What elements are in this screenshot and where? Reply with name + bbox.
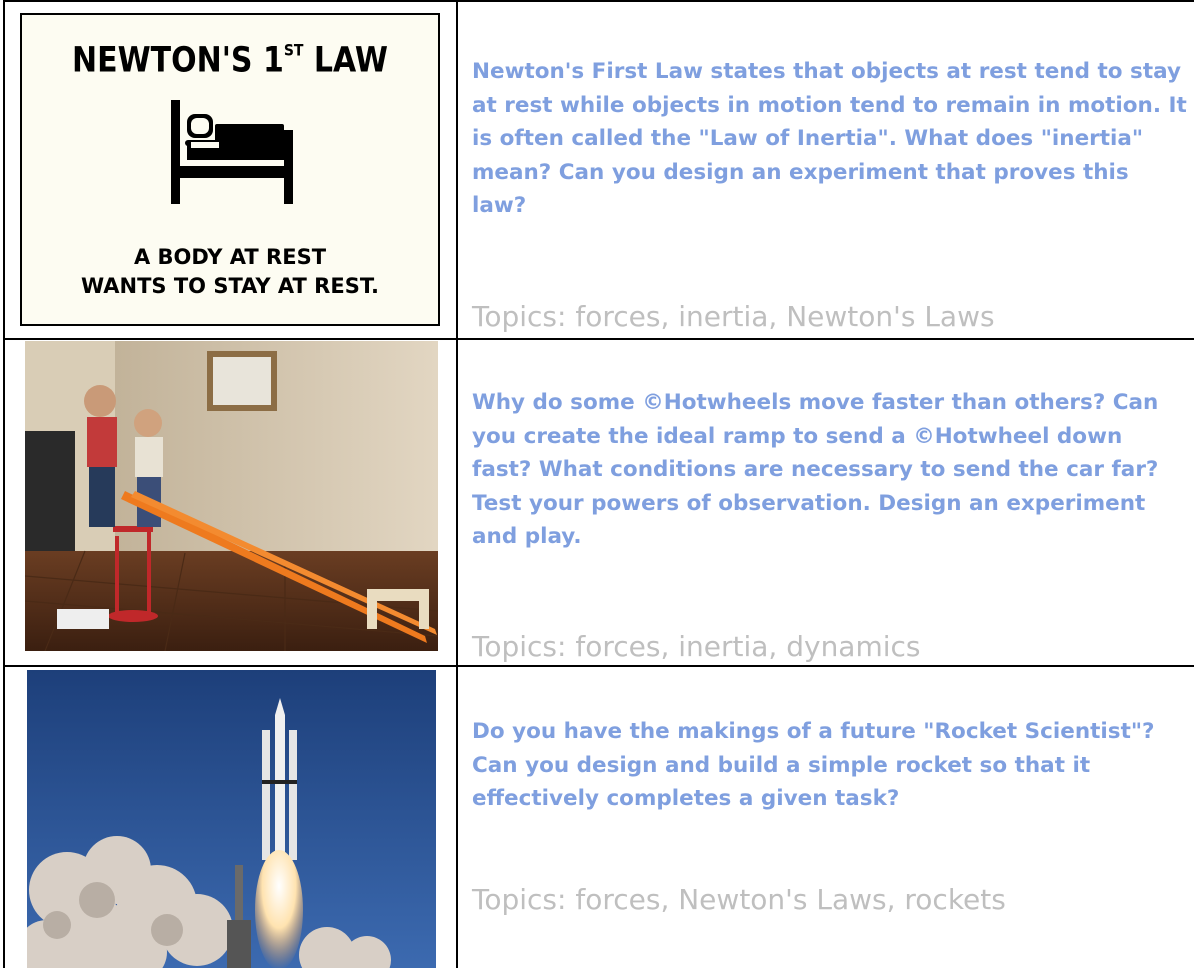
topics-line: Topics: forces, Newton's Laws, rockets <box>472 883 1006 916</box>
poster-caption-line-1: A BODY AT REST <box>133 245 327 269</box>
question-text: Do you have the makings of a future "Roc… <box>472 715 1187 816</box>
hotwheels-ramp-photo <box>25 341 438 651</box>
poster-title: NEWTON'S 1ST LAW <box>71 40 389 81</box>
topics-line: Topics: forces, inertia, dynamics <box>472 630 921 663</box>
row-divider-1 <box>3 338 1194 340</box>
question-paragraph: Do you have the makings of a future "Roc… <box>472 719 1155 811</box>
question-paragraph: Newton's First Law states that objects a… <box>472 59 1187 218</box>
photo-illustration <box>27 670 436 968</box>
question-text: Why do some ©Hotwheels move faster than … <box>472 386 1187 554</box>
newton-law-poster: NEWTON'S 1ST LAW A BODY AT REST WANTS TO… <box>20 13 440 326</box>
topics-line: Topics: forces, inertia, Newton's Laws <box>472 300 995 333</box>
poster-caption-line-2: WANTS TO STAY AT REST. <box>81 274 379 298</box>
table-divider-vertical <box>456 0 458 968</box>
rocket-launch-photo <box>27 670 436 968</box>
table-border-left <box>3 0 5 968</box>
question-text: Newton's First Law states that objects a… <box>472 55 1187 223</box>
bed-icon <box>171 100 293 204</box>
photo-illustration <box>25 341 438 651</box>
question-paragraph: Why do some ©Hotwheels move faster than … <box>472 390 1159 549</box>
table-border-top <box>3 0 1194 2</box>
row-divider-2 <box>3 665 1194 667</box>
